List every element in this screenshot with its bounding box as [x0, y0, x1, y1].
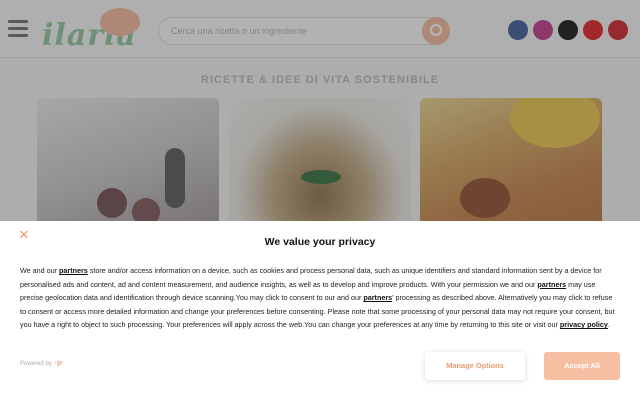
consent-text: . [607, 320, 610, 330]
consent-text: store and/or access information on a dev… [20, 266, 602, 289]
accept-all-button[interactable]: Accept All [544, 352, 620, 380]
link-partners[interactable]: partners [363, 293, 392, 302]
link-partners[interactable]: partners [537, 280, 566, 289]
provider-logo-icon: ·p· [54, 360, 64, 367]
consent-text: We and our [20, 266, 60, 275]
powered-by-label: Powered by [20, 361, 52, 367]
link-partners[interactable]: partners [59, 266, 88, 275]
link-privacy-policy[interactable]: privacy policy [560, 320, 608, 329]
consent-body-text: We and our partners store and/or access … [20, 264, 620, 332]
powered-by: Powered by ·p· [20, 360, 64, 367]
consent-title: We value your privacy [264, 236, 376, 248]
privacy-consent-dialog: ✕ We value your privacy We and our partn… [0, 221, 640, 400]
manage-options-button[interactable]: Manage Options [425, 352, 525, 380]
